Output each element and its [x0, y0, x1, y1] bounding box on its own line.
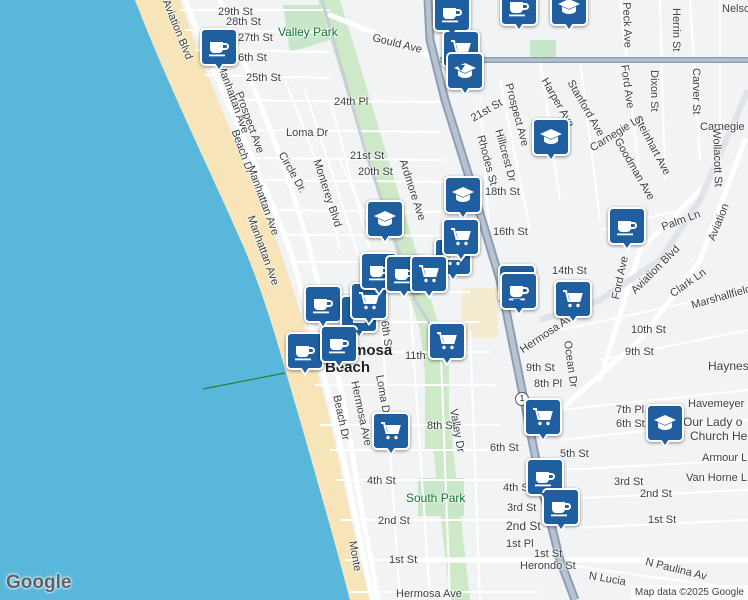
street-label-18th: 18th St [485, 186, 520, 198]
park-label-south-park: South Park [406, 491, 466, 505]
coffee-icon [311, 292, 335, 316]
street-label-herondo: Herondo St [520, 560, 576, 572]
street-label-1st-west: Hermosa Ave [396, 588, 462, 600]
street-label-6th-east: 6th St [616, 418, 645, 430]
street-label-5th: 5th St [560, 448, 589, 460]
poi-marker-coffee[interactable] [200, 28, 238, 72]
coffee-icon [549, 495, 573, 519]
street-label-2nd: 2nd St [506, 519, 541, 533]
street-label-16th: 16th St [493, 226, 528, 238]
poi-marker-school[interactable] [646, 404, 684, 448]
poi-marker-school[interactable] [366, 200, 404, 244]
poi-marker-cart[interactable] [442, 218, 480, 262]
map-canvas[interactable]: Aviation Blvd 29th St 28th St 27th St 26… [0, 0, 748, 600]
street-label-8th: 8th St [427, 420, 456, 432]
poi-marker-cart[interactable] [554, 280, 592, 324]
cart-icon [417, 262, 441, 286]
school-icon [373, 207, 397, 231]
street-label-armour-ln: Armour L [702, 452, 748, 464]
street-label-van-horne-ln: Van Horne L [686, 472, 747, 484]
poi-label-church: Church He [690, 429, 748, 443]
street-label-8th-pl: 8th Pl [534, 378, 563, 390]
poi-marker-cart[interactable] [372, 412, 410, 456]
poi-marker-school[interactable] [550, 0, 588, 32]
poi-marker-coffee[interactable] [286, 332, 324, 376]
cart-icon [531, 405, 555, 429]
cart-icon [379, 419, 403, 443]
street-label-1st-east: 1st St [648, 514, 677, 526]
street-label-nelson: Nelson [722, 3, 748, 15]
street-label-1st: 1st St [534, 548, 563, 560]
poi-marker-school[interactable] [446, 52, 484, 96]
street-label-2nd-east: 2nd St [640, 488, 672, 500]
coffee-icon [533, 465, 557, 489]
coffee-icon [293, 339, 317, 363]
school-icon [653, 411, 677, 435]
school-icon [557, 0, 581, 19]
poi-label-our-lady: Our Lady o [683, 415, 743, 429]
map-attribution[interactable]: Map data ©2025 Google [630, 585, 748, 600]
street-label-14th: 14th St [552, 265, 587, 277]
street-label-3rd-east: 3rd St [614, 476, 644, 488]
cart-icon [449, 225, 473, 249]
street-label-loma-dr: Loma Dr [286, 127, 329, 139]
street-label-1st-pl: 1st Pl [506, 538, 534, 550]
street-label-peck-ave: Peck Ave [620, 2, 634, 49]
street-label-7th-pl: 7th Pl [616, 404, 645, 416]
park-label-valley-park: Valley Park [278, 25, 338, 39]
poi-marker-coffee[interactable] [433, 0, 471, 38]
poi-marker-cart[interactable] [428, 322, 466, 366]
poi-marker-coffee[interactable] [320, 325, 358, 369]
street-label-havemeyer: Havemeyer L [688, 398, 748, 410]
poi-marker-coffee[interactable] [500, 0, 538, 32]
street-label-20th: 20th St [358, 166, 393, 178]
street-label-6th-west: 4th St [367, 475, 396, 487]
coffee-icon [507, 0, 531, 19]
street-label-haynes: Haynes [708, 359, 748, 373]
street-label-6th: 6th St [490, 442, 519, 454]
poi-marker-coffee[interactable] [304, 285, 342, 329]
street-label-dixon-st: Dixon St [648, 70, 660, 112]
city-label-line-2: Beach [325, 359, 371, 376]
poi-marker-school[interactable] [444, 176, 482, 220]
street-label-24th-pl: 24th Pl [334, 96, 369, 108]
poi-marker-school[interactable] [532, 118, 570, 162]
coffee-icon [615, 214, 639, 238]
school-icon [451, 183, 475, 207]
coffee-icon [440, 1, 464, 25]
street-label-21st: 21st St [350, 150, 385, 162]
coffee-icon [207, 35, 231, 59]
poi-marker-cart[interactable] [410, 255, 448, 299]
poi-marker-cart[interactable] [524, 398, 562, 442]
school-icon [539, 125, 563, 149]
street-label-25th: 25th St [246, 72, 281, 84]
street-label-herrin-st: Herrin St [670, 8, 682, 52]
street-label-4th-west: 2nd St [378, 515, 410, 527]
street-label-carnegie-ln-east: Carnegie Ln [700, 121, 748, 133]
street-label-3rd: 3rd St [507, 502, 537, 514]
street-label-11th: 11th [405, 350, 426, 362]
street-label-carver-st: Carver St [690, 68, 702, 115]
street-label-9th-east: 9th St [625, 346, 654, 358]
school-icon [453, 59, 477, 83]
cart-icon [435, 329, 459, 353]
cart-icon [561, 287, 585, 311]
street-label-wollacott-st: Wollacott St [710, 128, 725, 187]
google-logo: Google [6, 572, 72, 593]
coffee-icon [327, 332, 351, 356]
street-label-2nd-west: 1st St [389, 554, 418, 566]
street-label-27th: 27th St [238, 32, 273, 44]
street-label-28th: 28th St [226, 16, 261, 28]
street-label-10th: 10th St [631, 324, 666, 336]
poi-marker-coffee[interactable] [608, 207, 646, 251]
street-label-9th: 9th St [526, 362, 555, 374]
